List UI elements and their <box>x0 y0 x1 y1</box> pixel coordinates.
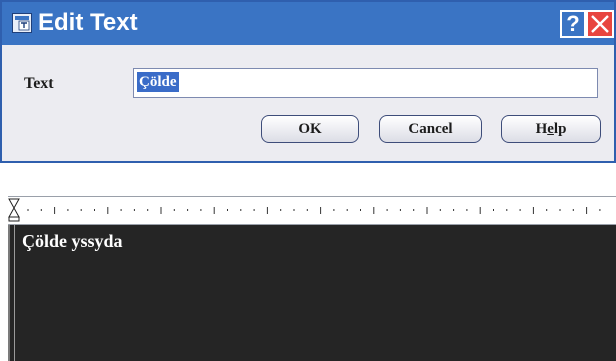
help-title-button[interactable]: ? <box>560 10 586 38</box>
editor-content: Çölde yssyda <box>22 231 123 251</box>
edit-text-icon <box>12 13 32 33</box>
text-input-value: Çölde <box>137 72 179 92</box>
help-button-label-end: lp <box>553 121 567 137</box>
editor-margin-line <box>14 225 15 361</box>
ruler[interactable] <box>8 196 616 225</box>
help-button[interactable]: Help <box>501 115 601 143</box>
ruler-ticks <box>8 198 601 222</box>
help-button-mnemonic: e <box>547 121 554 137</box>
indent-marker-icon[interactable] <box>8 198 20 222</box>
text-field-label: Text <box>24 75 54 92</box>
text-input[interactable]: Çölde <box>133 68 598 98</box>
help-button-label-start: H <box>535 121 548 137</box>
dialog-titlebar[interactable]: Edit Text ? <box>2 2 614 45</box>
close-icon <box>591 15 609 33</box>
question-icon: ? <box>566 11 580 36</box>
close-button[interactable] <box>586 10 614 38</box>
cancel-button[interactable]: Cancel <box>379 115 482 143</box>
ok-button[interactable]: OK <box>261 115 359 143</box>
edit-text-dialog: Edit Text ? Text Çölde OK Cancel Help <box>0 0 616 163</box>
dialog-title: Edit Text <box>38 9 138 36</box>
text-editor[interactable]: Çölde yssyda <box>8 225 616 361</box>
